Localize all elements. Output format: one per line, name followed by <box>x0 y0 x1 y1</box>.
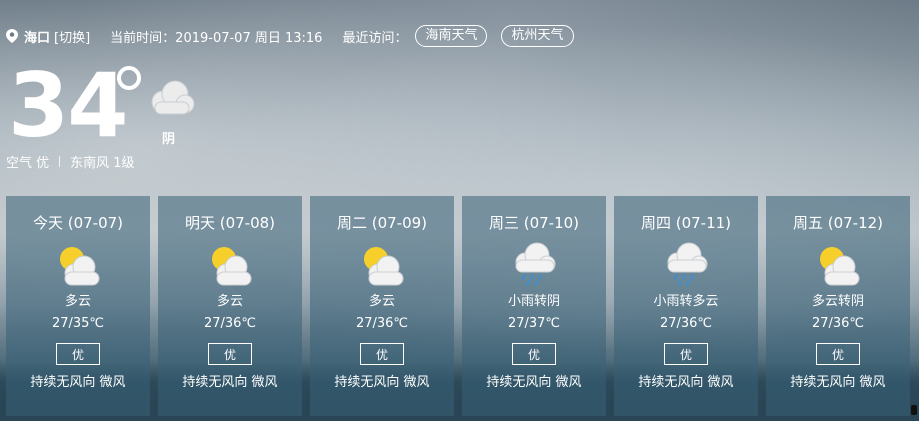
aqi-badge: 优 <box>208 343 252 365</box>
forecast-temperature: 27/36℃ <box>659 316 713 331</box>
forecast-card[interactable]: 明天 (07-08) 多云 27/36℃ 优 持续无风向 微风 <box>158 196 302 416</box>
degree-symbol <box>117 66 141 90</box>
forecast-card[interactable]: 今天 (07-07) 多云 27/35℃ 优 持续无风向 微风 <box>6 196 150 416</box>
aqi-badge: 优 <box>512 343 556 365</box>
forecast-temperature: 27/36℃ <box>203 316 257 331</box>
forecast-card[interactable]: 周二 (07-09) 多云 27/36℃ 优 持续无风向 微风 <box>310 196 454 416</box>
forecast-temperature: 27/35℃ <box>51 316 105 331</box>
city-name: 海口 <box>24 30 51 46</box>
forecast-temperature: 27/36℃ <box>811 316 865 331</box>
forecast-wind: 持续无风向 微风 <box>790 375 886 390</box>
forecast-day: 周四 (07-11) <box>640 214 732 232</box>
aqi-badge: 优 <box>56 343 100 365</box>
forecast-wind: 持续无风向 微风 <box>334 375 430 390</box>
forecast-condition: 小雨转多云 <box>653 294 719 309</box>
light-rain-icon <box>508 242 560 288</box>
forecast-card[interactable]: 周五 (07-12) 多云转阴 27/36℃ 优 持续无风向 微风 <box>766 196 910 416</box>
forecast-wind: 持续无风向 微风 <box>182 375 278 390</box>
switch-city-link[interactable]: [切换] <box>54 27 90 46</box>
current-condition: 阴 <box>162 132 176 147</box>
forecast-card[interactable]: 周三 (07-10) 小雨转阴 27/37℃ 优 持续无风向 微风 <box>462 196 606 416</box>
forecast-condition: 多云 <box>368 294 395 309</box>
forecast-condition: 多云 <box>216 294 243 309</box>
air-quality: 空气 优 <box>6 156 50 171</box>
aqi-badge: 优 <box>816 343 860 365</box>
aqi-badge: 优 <box>664 343 708 365</box>
air-wind-line: 空气 优 东南风 1级 <box>6 152 135 171</box>
forecast-day: 周三 (07-10) <box>488 214 580 232</box>
partly-cloudy-icon <box>812 242 864 288</box>
light-rain-icon <box>660 242 712 288</box>
forecast-temperature: 27/36℃ <box>355 316 409 331</box>
forecast-wind: 持续无风向 微风 <box>638 375 734 390</box>
cloudy-icon <box>145 76 197 120</box>
recent-link-hangzhou[interactable]: 杭州天气 <box>501 25 574 47</box>
corner-marker <box>911 405 917 415</box>
forecast-temperature: 27/37℃ <box>507 316 561 331</box>
recent-visits-label: 最近访问： <box>342 30 408 46</box>
forecast-day: 明天 (07-08) <box>184 214 276 232</box>
forecast-day: 今天 (07-07) <box>32 214 124 232</box>
partly-cloudy-icon <box>52 242 104 288</box>
forecast-wind: 持续无风向 微风 <box>30 375 126 390</box>
divider <box>59 156 61 167</box>
partly-cloudy-icon <box>356 242 408 288</box>
recent-link-hainan[interactable]: 海南天气 <box>415 25 488 47</box>
forecast-day: 周五 (07-12) <box>792 214 884 232</box>
location-pin-icon <box>6 29 18 43</box>
forecast-day: 周二 (07-09) <box>336 214 428 232</box>
forecast-wind: 持续无风向 微风 <box>486 375 582 390</box>
partly-cloudy-icon <box>204 242 256 288</box>
forecast-condition: 多云 <box>64 294 91 309</box>
forecast-condition: 小雨转阴 <box>507 294 560 309</box>
current-temperature: 34 <box>8 54 128 157</box>
current-wind: 东南风 1级 <box>70 156 135 171</box>
header-bar: 海口 [切换] 当前时间：2019-07-07 周日 13:16 最近访问： 海… <box>6 25 574 47</box>
forecast-card[interactable]: 周四 (07-11) 小雨转多云 27/36℃ 优 持续无风向 微风 <box>614 196 758 416</box>
aqi-badge: 优 <box>360 343 404 365</box>
current-time: 当前时间：2019-07-07 周日 13:16 <box>110 30 323 46</box>
forecast-condition: 多云转阴 <box>811 294 864 309</box>
